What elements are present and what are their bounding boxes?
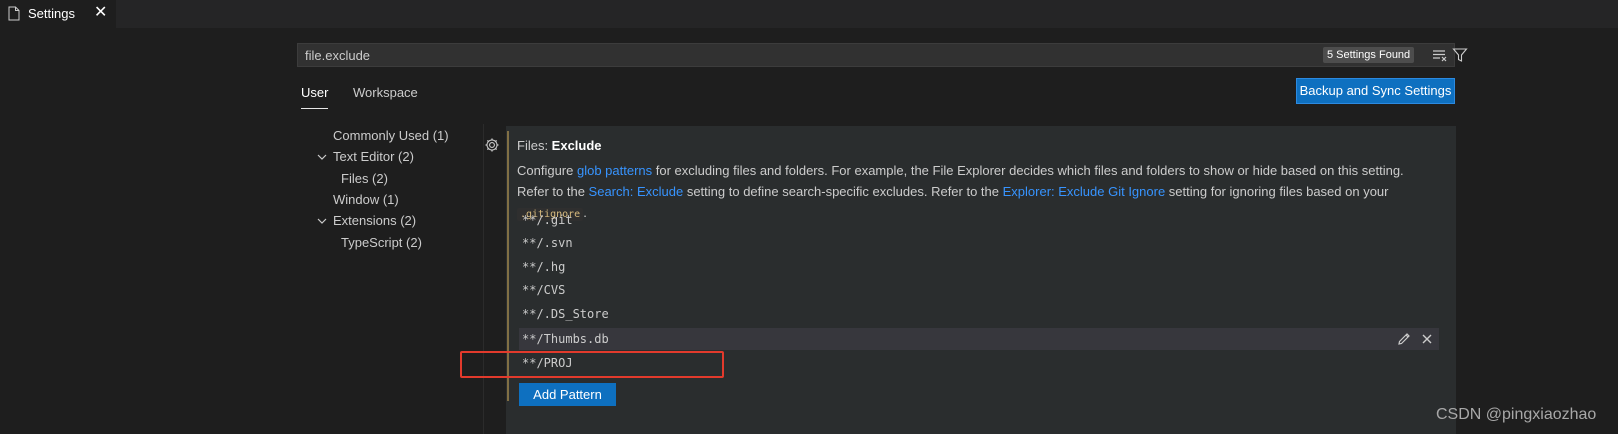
desc-text: setting for ignoring files based on your [1165,184,1389,199]
add-pattern-button[interactable]: Add Pattern [519,383,616,406]
close-icon[interactable]: ✕ [94,4,107,22]
pattern-text: **/Thumbs.db [522,332,609,346]
toc-item-typescript[interactable]: TypeScript (2) [341,232,422,253]
toc-item-files[interactable]: Files (2) [341,168,388,189]
tab-user[interactable]: User [301,84,329,109]
toc-item-window[interactable]: Window (1) [333,189,399,210]
clear-filter-icon[interactable] [1432,47,1448,63]
tab-title: Settings [28,6,75,21]
toc-divider [483,124,484,434]
editor-tab-bar: Settings ✕ [0,0,1618,28]
desc-text: Configure [517,163,577,178]
pattern-item[interactable]: **/.hg [519,256,1439,278]
pattern-item-hovered[interactable]: **/Thumbs.db [519,328,1439,350]
setting-category: Files: [517,138,552,153]
pattern-item[interactable]: **/.git [519,209,1439,231]
watermark: CSDN @pingxiaozhao [1436,406,1597,423]
pattern-item[interactable]: **/CVS [519,279,1439,301]
edit-pencil-icon[interactable] [1396,331,1412,347]
remove-icon[interactable] [1419,331,1435,347]
toc-item-text-editor[interactable]: Text Editor (2) [333,146,414,167]
link-explorer-exclude-gitignore[interactable]: Explorer: Exclude Git Ignore [1003,184,1166,199]
toc-item-commonly-used[interactable]: Commonly Used (1) [333,125,449,146]
settings-tab[interactable]: Settings ✕ [0,0,116,28]
filter-icon[interactable] [1452,47,1468,63]
desc-text: setting to define search-specific exclud… [683,184,1003,199]
setting-name: Exclude [551,138,602,153]
link-glob-patterns[interactable]: glob patterns [577,163,652,178]
toc-item-extensions[interactable]: Extensions (2) [333,210,416,231]
pattern-item[interactable]: **/.svn [519,232,1439,254]
settings-search-box: 5 Settings Found [297,43,1468,67]
backup-sync-button[interactable]: Backup and Sync Settings [1296,78,1455,104]
results-count-badge: 5 Settings Found [1323,47,1415,63]
annotation-highlight-box [460,351,724,378]
chevron-down-icon[interactable] [317,216,327,226]
search-input[interactable] [298,44,1258,66]
tab-workspace[interactable]: Workspace [353,84,418,108]
setting-title: Files: Exclude [517,138,602,153]
pattern-item[interactable]: **/.DS_Store [519,303,1439,325]
chevron-down-icon[interactable] [317,152,327,162]
gear-icon[interactable] [484,137,500,153]
file-icon [8,6,20,21]
link-search-exclude[interactable]: Search: Exclude [589,184,684,199]
